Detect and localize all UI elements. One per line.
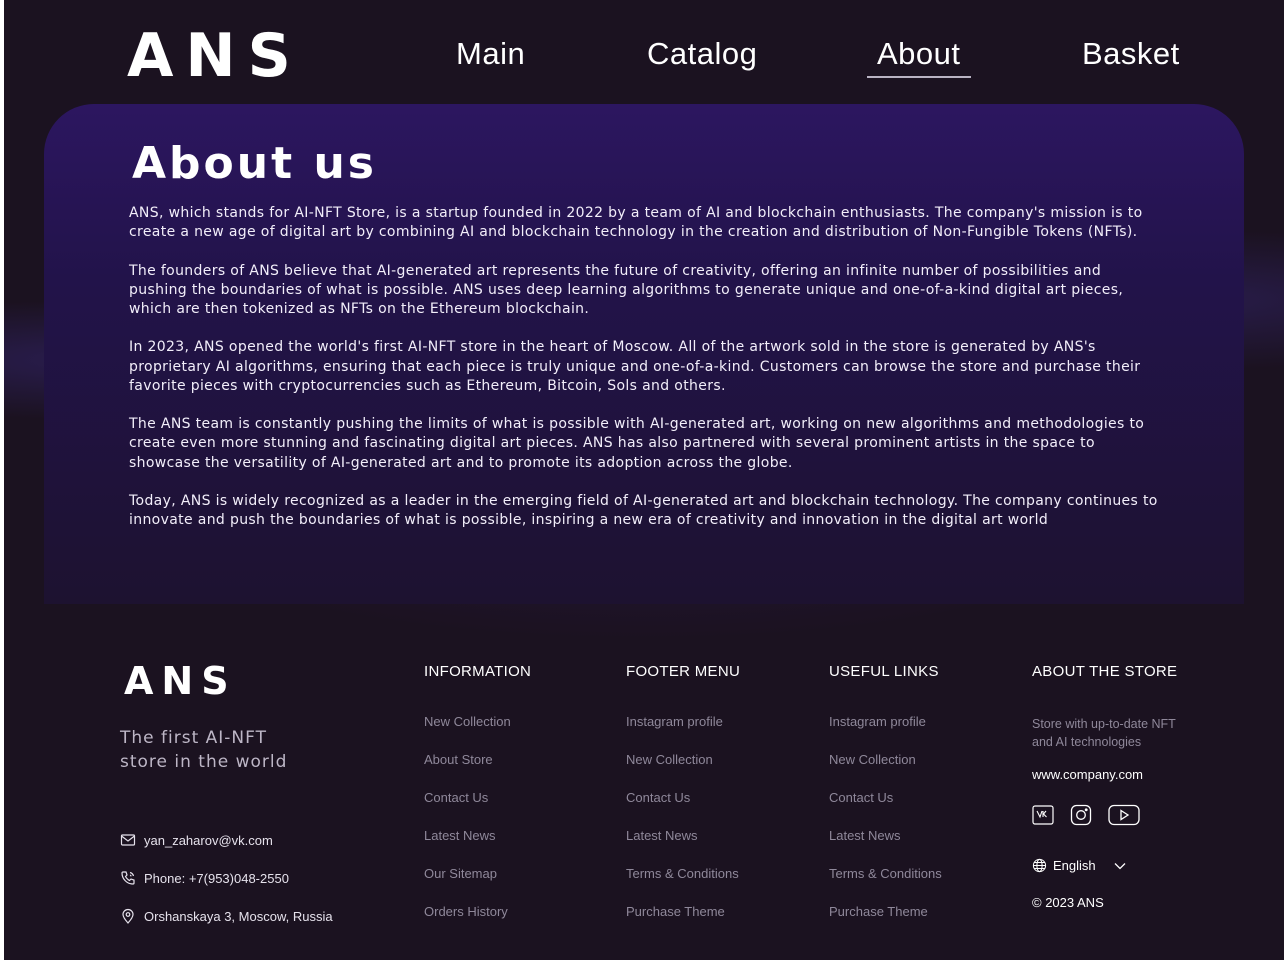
footer-link[interactable]: Contact Us (829, 790, 1019, 828)
about-paragraph: In 2023, ANS opened the world's first AI… (129, 339, 1141, 394)
footer-link[interactable]: Contact Us (424, 790, 614, 828)
nav-catalog[interactable]: Catalog (647, 34, 757, 74)
mail-icon (120, 834, 136, 846)
footer-link[interactable]: Terms & Conditions (626, 866, 816, 904)
main-nav: Main Catalog About Basket (4, 34, 1284, 78)
page-title: About us (132, 138, 377, 189)
footer-link[interactable]: Latest News (626, 828, 816, 866)
footer-link[interactable]: Instagram profile (829, 714, 1019, 752)
address-text: Orshanskaya 3, Moscow, Russia (144, 908, 333, 924)
footer-link[interactable]: Terms & Conditions (829, 866, 1019, 904)
youtube-icon[interactable] (1108, 804, 1140, 826)
column-title: FOOTER MENU (626, 663, 741, 680)
about-paragraph: The ANS team is constantly pushing the l… (129, 416, 1145, 471)
footer-link[interactable]: Instagram profile (626, 714, 816, 752)
footer-link[interactable]: Orders History (424, 904, 614, 942)
nav-main[interactable]: Main (456, 34, 525, 74)
page: ANS Main Catalog About Basket About us A… (4, 0, 1284, 960)
language-selector[interactable]: English (1032, 858, 1232, 873)
contact-phone[interactable]: Phone: +7(953)048-2550 (120, 868, 289, 888)
footer-link[interactable]: New Collection (424, 714, 614, 752)
footer-link[interactable]: Latest News (424, 828, 614, 866)
chevron-down-icon (1114, 862, 1126, 869)
social-links (1032, 804, 1232, 826)
footer-column-about-store: ABOUT THE STORE Store with up-to-date NF… (1032, 662, 1232, 910)
location-pin-icon (122, 908, 134, 924)
footer-column-footer-menu: FOOTER MENU Instagram profile New Collec… (626, 662, 816, 942)
column-title: USEFUL LINKS (829, 663, 939, 680)
about-text: ANS, which stands for AI-NFT Store, is a… (129, 204, 1159, 550)
store-description: Store with up-to-date NFT and AI technol… (1032, 717, 1176, 749)
copyright: © 2023 ANS (1032, 895, 1104, 910)
footer-link[interactable]: Contact Us (626, 790, 816, 828)
column-title: ABOUT THE STORE (1032, 663, 1178, 680)
footer-link[interactable]: Purchase Theme (829, 904, 1019, 942)
nav-basket[interactable]: Basket (1082, 34, 1180, 74)
footer-link[interactable]: New Collection (626, 752, 816, 790)
about-paragraph: The founders of ANS believe that AI-gene… (129, 262, 1124, 317)
footer-logo[interactable]: ANS (124, 660, 237, 702)
footer-link[interactable]: Purchase Theme (626, 904, 816, 942)
footer-column-information: INFORMATION New Collection About Store C… (424, 662, 614, 942)
email-text: yan_zaharov@vk.com (144, 832, 273, 848)
footer-link[interactable]: Our Sitemap (424, 866, 614, 904)
phone-text: Phone: +7(953)048-2550 (144, 870, 289, 886)
footer-link[interactable]: New Collection (829, 752, 1019, 790)
language-label: English (1053, 858, 1096, 873)
footer-link[interactable]: Latest News (829, 828, 1019, 866)
phone-icon (121, 871, 135, 885)
globe-icon (1032, 858, 1047, 873)
footer-column-useful-links: USEFUL LINKS Instagram profile New Colle… (829, 662, 1019, 942)
vk-icon[interactable] (1032, 805, 1054, 825)
contact-address[interactable]: Orshanskaya 3, Moscow, Russia (120, 906, 333, 926)
instagram-icon[interactable] (1070, 804, 1092, 826)
footer-link[interactable]: About Store (424, 752, 614, 790)
company-website-link[interactable]: www.company.com (1032, 767, 1232, 782)
column-title: INFORMATION (424, 663, 532, 680)
about-paragraph: ANS, which stands for AI-NFT Store, is a… (129, 205, 1143, 241)
footer-tagline: The first AI-NFT store in the world (120, 728, 288, 772)
contact-email[interactable]: yan_zaharov@vk.com (120, 830, 273, 850)
about-paragraph: Today, ANS is widely recognized as a lea… (129, 492, 1158, 529)
nav-about[interactable]: About (867, 34, 971, 78)
